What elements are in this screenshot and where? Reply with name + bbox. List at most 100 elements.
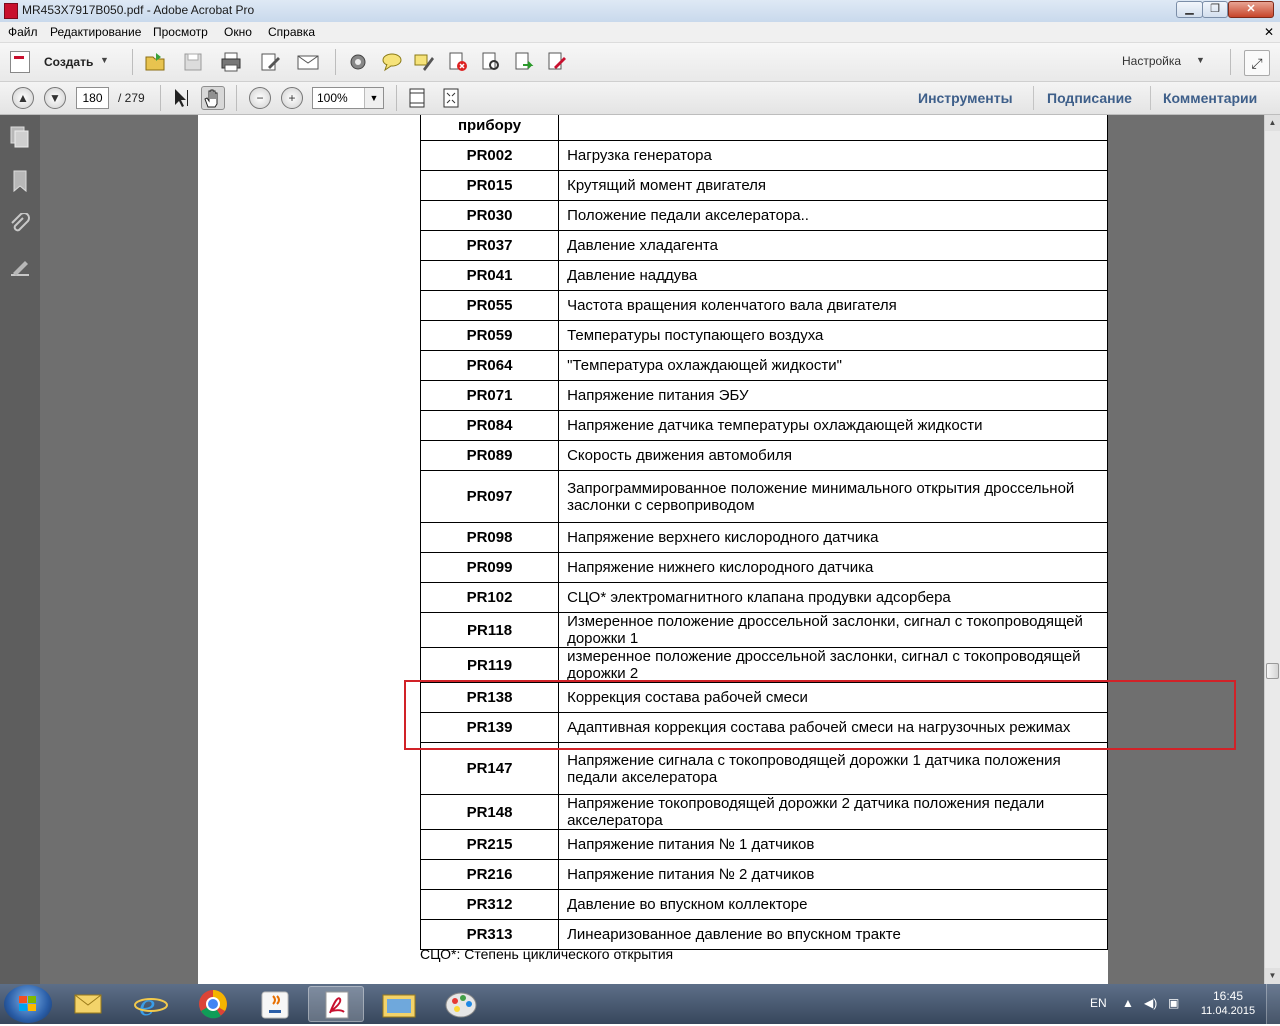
table-row: PR064 "Температура охлаждающей жидкости" [419, 350, 1108, 381]
menu-help[interactable]: Справка [268, 25, 315, 39]
table-row: PR102 СЦО* электромагнитного клапана прод… [419, 582, 1108, 613]
param-description: Частота вращения коленчатого вала двигат… [558, 290, 1108, 321]
param-code: PR099 [419, 552, 560, 583]
search-document-icon[interactable] [480, 51, 502, 73]
page-thumbnails-icon[interactable] [9, 125, 31, 149]
save-icon[interactable] [182, 51, 204, 73]
export-icon[interactable] [513, 51, 535, 73]
param-description: Напряжение питания ЭБУ [558, 380, 1108, 411]
start-button[interactable] [4, 985, 52, 1023]
param-description: измеренное положение дроссельной заслонк… [558, 647, 1108, 683]
param-description: Напряжение токопроводящей дорожки 2 датч… [558, 794, 1108, 830]
param-code: PR055 [419, 290, 560, 321]
param-description: "Температура охлаждающей жидкости" [558, 350, 1108, 381]
menu-edit[interactable]: Редактирование [50, 25, 141, 39]
create-label: Создать [44, 55, 94, 69]
highlight-pen-icon[interactable] [413, 51, 435, 73]
zoom-select[interactable]: ▼ [312, 87, 384, 109]
chevron-down-icon[interactable]: ▼ [364, 88, 383, 108]
delete-pages-icon[interactable] [447, 51, 469, 73]
param-code: PR071 [419, 380, 560, 411]
tab-comments[interactable]: Комментарии [1163, 90, 1257, 106]
customize-toolbar-label[interactable]: Настройка [1122, 54, 1181, 68]
param-description: Скорость движения автомобиля [558, 440, 1108, 471]
sign-document-icon[interactable] [546, 51, 568, 73]
network-icon[interactable]: ▣ [1168, 996, 1179, 1010]
param-description: Крутящий момент двигателя [558, 170, 1108, 201]
table-row: PR084 Напряжение датчика температуры охла… [419, 410, 1108, 441]
navigation-pane [0, 115, 40, 984]
table-row: PR030 Положение педали акселератора.. [419, 200, 1108, 231]
table-row: PR215 Напряжение питания № 1 датчиков [419, 829, 1108, 860]
param-code: PR147 [419, 742, 560, 795]
page-number-input[interactable] [76, 87, 109, 109]
param-code: PR089 [419, 440, 560, 471]
show-hidden-icons-icon[interactable]: ▲ [1122, 996, 1134, 1010]
scroll-up-icon[interactable]: ▲ [1265, 115, 1280, 131]
internet-explorer-icon[interactable]: e [123, 986, 179, 1022]
acrobat-taskbar-icon[interactable] [308, 986, 364, 1022]
gear-icon[interactable] [347, 51, 369, 73]
edit-document-icon[interactable] [259, 51, 281, 73]
email-icon[interactable] [297, 51, 319, 73]
table-row: PR118 Измеренное положение дроссельной за… [419, 612, 1108, 648]
signatures-icon[interactable] [9, 257, 31, 281]
document-viewport[interactable]: прибору PR002 Нагрузка генератора PR015 Кр… [40, 115, 1264, 984]
hand-tool-icon[interactable] [201, 86, 225, 110]
menu-window[interactable]: Окно [224, 25, 252, 39]
next-page-icon[interactable]: ▼ [44, 87, 66, 109]
close-window-button[interactable]: ✕ [1228, 1, 1274, 18]
param-description: Напряжение верхнего кислородного датчика [558, 522, 1108, 553]
chevron-down-icon[interactable]: ▼ [1196, 55, 1205, 65]
scrolling-mode-icon[interactable] [406, 87, 428, 109]
chrome-icon[interactable] [185, 986, 241, 1022]
zoom-in-icon[interactable]: + [281, 87, 303, 109]
previous-page-icon[interactable]: ▲ [12, 87, 34, 109]
print-icon[interactable] [220, 51, 242, 73]
table-row: PR071 Напряжение питания ЭБУ [419, 380, 1108, 411]
select-cursor-icon[interactable] [170, 87, 192, 109]
param-description: Нагрузка генератора [558, 140, 1108, 171]
attachments-icon[interactable] [9, 212, 31, 237]
tab-divider [1150, 86, 1151, 110]
param-code: PR059 [419, 320, 560, 351]
table-header-row: прибору [419, 115, 1108, 141]
navigation-toolbar: ▲ ▼ / 279 − + ▼ Инструменты Подписание К… [0, 82, 1280, 115]
fit-page-icon[interactable] [440, 87, 462, 109]
tab-tools[interactable]: Инструменты [918, 90, 1013, 106]
highlight-annotation-box [404, 680, 1236, 750]
scroll-down-icon[interactable]: ▼ [1265, 968, 1280, 984]
toolbar-divider [335, 49, 336, 75]
volume-icon[interactable]: ◀) [1144, 996, 1157, 1010]
maximize-button[interactable]: ❐ [1202, 1, 1228, 18]
menu-file[interactable]: Файл [8, 25, 38, 39]
open-folder-icon[interactable] [144, 51, 166, 73]
java-icon[interactable] [247, 986, 303, 1022]
paint-icon[interactable] [433, 986, 489, 1022]
comment-bubble-icon[interactable] [381, 51, 403, 73]
clock-time[interactable]: 16:45 [1200, 989, 1256, 1003]
menu-view[interactable]: Просмотр [153, 25, 208, 39]
table-row: PR099 Напряжение нижнего кислородного дат… [419, 552, 1108, 583]
clock-date[interactable]: 11.04.2015 [1196, 1005, 1260, 1017]
table-row: PR089 Скорость движения автомобиля [419, 440, 1108, 471]
table-row: PR037 Давление хладагента [419, 230, 1108, 261]
input-language-indicator[interactable]: EN [1090, 996, 1107, 1010]
minimize-button[interactable]: ▁ [1176, 1, 1203, 18]
mail-app-taskbar-icon[interactable] [60, 986, 116, 1022]
file-explorer-icon[interactable] [371, 986, 427, 1022]
close-document-icon[interactable]: ✕ [1264, 25, 1274, 39]
table-header-cell [558, 115, 1108, 141]
bookmarks-icon[interactable] [9, 169, 31, 193]
title-bar: MR453X7917B050.pdf - Adobe Acrobat Pro ▁… [0, 0, 1280, 23]
show-desktop-button[interactable] [1266, 984, 1280, 1024]
tab-sign[interactable]: Подписание [1047, 90, 1132, 106]
zoom-out-icon[interactable]: − [249, 87, 271, 109]
page-count: / 279 [118, 91, 145, 105]
vertical-scrollbar[interactable]: ▲ ▼ [1264, 115, 1280, 984]
scrollbar-thumb[interactable] [1266, 663, 1279, 679]
zoom-input[interactable] [317, 90, 361, 106]
param-code: PR030 [419, 200, 560, 231]
windows-taskbar: e EN ▲ ◀) ▣ 16:45 11.04.2015 [0, 984, 1280, 1024]
expand-icon[interactable]: ⤢ [1244, 50, 1270, 76]
